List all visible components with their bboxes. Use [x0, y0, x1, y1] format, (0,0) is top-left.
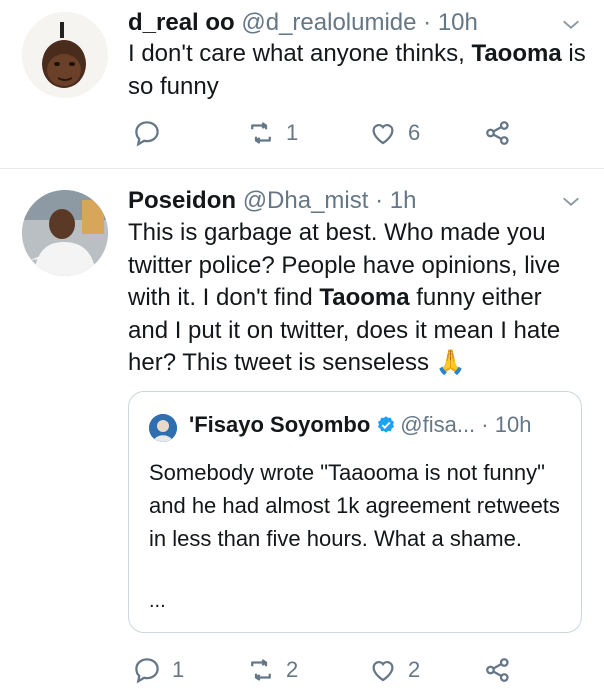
quoted-ellipsis: ...: [149, 590, 166, 612]
tweet-header: d_real oo @d_realolumide · 10h: [128, 9, 478, 37]
tweet-time[interactable]: · 1h: [375, 187, 416, 214]
author-handle[interactable]: @d_realolumide: [241, 9, 416, 36]
quoted-author-handle[interactable]: @fisa...: [400, 412, 475, 437]
tweet-text: I don't care what anyone thinks, Taooma …: [128, 40, 586, 100]
folded-hands-emoji: 🙏: [435, 349, 466, 376]
highlighted-term: Taooma: [319, 284, 410, 311]
highlighted-term: Taooma: [471, 40, 562, 67]
retweet-button[interactable]: 2: [246, 655, 298, 685]
quoted-tweet[interactable]: 'Fisayo Soyombo @fisa... · 10h Somebody w…: [128, 391, 582, 633]
retweet-icon: [251, 659, 271, 681]
verified-icon: [378, 416, 395, 433]
tweet-actions: 1 6: [128, 118, 588, 152]
like-icon: [372, 124, 394, 145]
like-icon: [372, 661, 394, 682]
quoted-text: Somebody wrote "Taaooma is not funny" an…: [149, 460, 560, 551]
quoted-header: 'Fisayo Soyombo @fisa... · 10h: [189, 412, 531, 438]
like-count: 6: [408, 120, 421, 145]
tweet-time[interactable]: · 10h: [423, 9, 478, 36]
quoted-avatar[interactable]: [149, 414, 177, 442]
retweet-button[interactable]: 1: [246, 118, 298, 148]
share-icon: [486, 658, 509, 682]
avatar[interactable]: [22, 12, 108, 98]
chevron-down-icon[interactable]: [560, 191, 582, 213]
like-button[interactable]: 6: [368, 118, 420, 148]
author-name[interactable]: d_real oo: [128, 9, 235, 36]
share-button[interactable]: [483, 118, 513, 148]
retweet-icon: [251, 122, 271, 144]
tweet[interactable]: d_real oo @d_realolumide · 10h I don't c…: [0, 0, 604, 169]
author-name[interactable]: Poseidon: [128, 187, 236, 214]
tweet-header: Poseidon @Dha_mist · 1h: [128, 187, 416, 215]
tweet-text: This is garbage at best. Who made you tw…: [128, 219, 561, 376]
tweet-actions: 1 2 2: [128, 655, 588, 689]
retweet-count: 2: [286, 657, 299, 682]
quoted-author-name[interactable]: 'Fisayo Soyombo: [189, 412, 370, 437]
quoted-tweet-time[interactable]: · 10h: [481, 412, 531, 437]
like-button[interactable]: 2: [368, 655, 420, 685]
chevron-down-icon[interactable]: [560, 14, 582, 36]
reply-button[interactable]: [132, 118, 162, 148]
share-icon: [486, 121, 509, 145]
author-handle[interactable]: @Dha_mist: [243, 187, 369, 214]
reply-button[interactable]: 1: [132, 655, 184, 685]
reply-icon: [135, 121, 159, 147]
avatar[interactable]: [22, 190, 108, 276]
retweet-count: 1: [286, 120, 299, 145]
reply-icon: [135, 658, 159, 684]
tweet[interactable]: Poseidon @Dha_mist · 1h This is garbage …: [0, 169, 604, 684]
reply-count: 1: [172, 657, 185, 682]
like-count: 2: [408, 657, 421, 682]
share-button[interactable]: [483, 655, 513, 685]
